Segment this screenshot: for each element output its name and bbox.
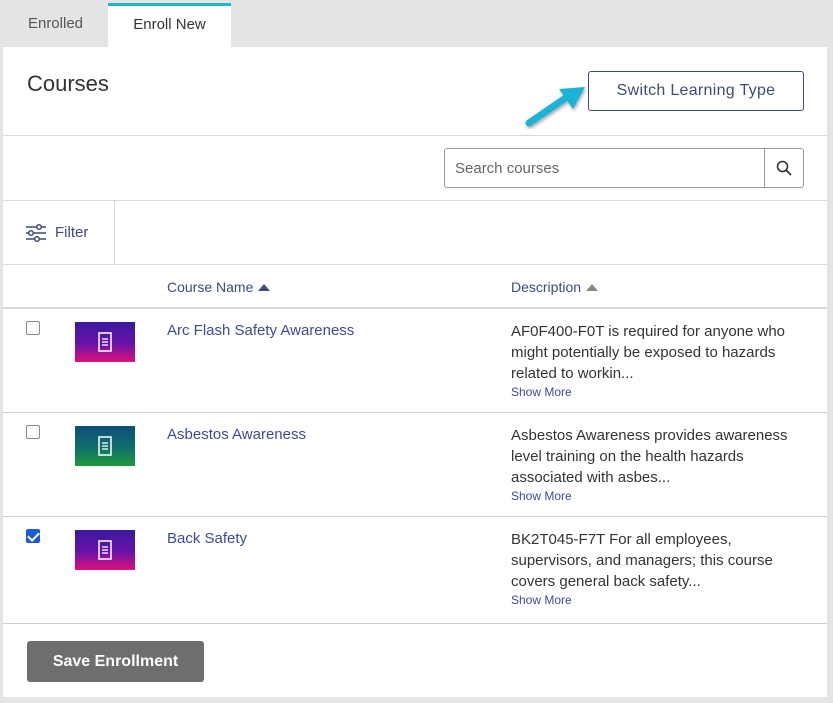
column-header-label: Course Name (167, 279, 254, 295)
filter-label: Filter (55, 224, 89, 241)
course-name-link[interactable]: Arc Flash Safety Awareness (167, 322, 354, 339)
sort-ascending-icon (586, 283, 599, 291)
tab-enroll-new[interactable]: Enroll New (108, 3, 231, 47)
filter-bar: Filter (3, 201, 827, 265)
column-header-label: Description (511, 279, 582, 295)
course-thumbnail (75, 530, 135, 570)
show-more-link[interactable]: Show More (511, 489, 572, 503)
sort-ascending-icon (258, 283, 271, 291)
arrow-annotation-icon (525, 87, 585, 127)
switch-learning-type-button[interactable]: Switch Learning Type (588, 71, 804, 111)
table-row: Back Safety BK2T045-F7T For all employee… (3, 517, 827, 624)
sliders-icon (26, 223, 46, 242)
search-input[interactable] (444, 148, 765, 188)
search-bar (3, 136, 827, 201)
course-thumbnail (75, 426, 135, 466)
page-title: Courses (27, 71, 109, 96)
table-row: Arc Flash Safety Awareness AF0F400-F0T i… (3, 309, 827, 413)
course-thumbnail (75, 322, 135, 362)
courses-header: Courses Switch Learning Type (3, 47, 827, 136)
course-description: BK2T045-F7T For all employees, superviso… (511, 531, 773, 590)
tab-bar: Enrolled Enroll New (3, 3, 827, 47)
column-header-course-name[interactable]: Course Name (167, 279, 271, 295)
table-row: Asbestos Awareness Asbestos Awareness pr… (3, 413, 827, 517)
notebook-icon (98, 540, 112, 560)
save-enrollment-button[interactable]: Save Enrollment (27, 641, 204, 682)
search-button[interactable] (764, 148, 804, 188)
enroll-panel: Courses Switch Learning Type Search cour… (3, 47, 827, 697)
show-more-link[interactable]: Show More (511, 385, 572, 399)
row-checkbox[interactable] (26, 321, 40, 335)
row-checkbox[interactable] (26, 529, 40, 543)
tab-enrolled[interactable]: Enrolled (3, 3, 108, 47)
course-name-link[interactable]: Back Safety (167, 530, 247, 547)
notebook-icon (98, 436, 112, 456)
show-more-link[interactable]: Show More (511, 593, 572, 607)
course-name-link[interactable]: Asbestos Awareness (167, 426, 306, 443)
notebook-icon (98, 332, 112, 352)
row-checkbox[interactable] (26, 425, 40, 439)
course-description: AF0F400-F0T is required for anyone who m… (511, 323, 786, 382)
search-icon (776, 160, 792, 176)
column-header-description[interactable]: Description (511, 279, 599, 295)
filter-button[interactable]: Filter (3, 201, 115, 264)
course-description: Asbestos Awareness provides awareness le… (511, 427, 788, 486)
table-header: Course Name Description (3, 265, 827, 309)
